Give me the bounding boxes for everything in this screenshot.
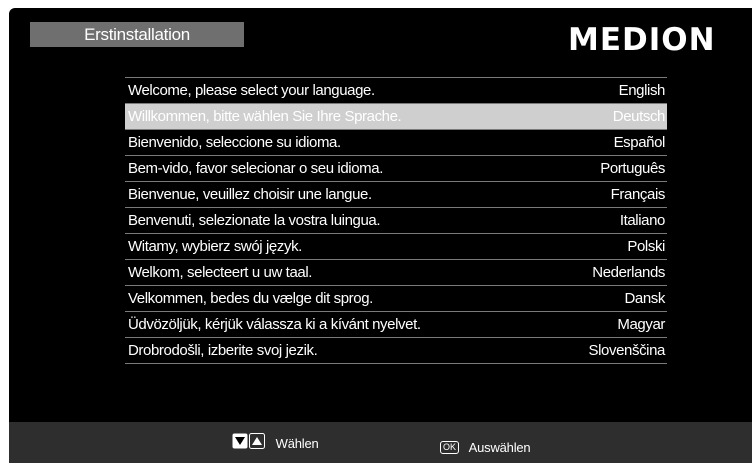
language-option-row[interactable]: Benvenuti, selezionate la vostra luingua… (125, 207, 667, 233)
language-option-name: Polski (627, 238, 665, 255)
up-arrow-key-icon (249, 433, 265, 454)
language-option-name: Français (610, 186, 666, 203)
down-arrow-key-icon (232, 433, 248, 454)
navigate-hint: Wählen (232, 433, 319, 451)
language-option-message: Bienvenue, veuillez choisir une langue. (128, 186, 372, 203)
language-option-message: Benvenuti, selezionate la vostra luingua… (128, 212, 381, 229)
footer-hint-bar: Wählen OK Auswählen (9, 422, 752, 463)
language-option-row[interactable]: Willkommen, bitte wählen Sie Ihre Sprach… (125, 103, 667, 129)
tv-screen: Erstinstallation MEDION Welcome, please … (9, 8, 752, 463)
language-option-row[interactable]: Bienvenido, seleccione su idioma. Español (125, 129, 667, 155)
language-option-row[interactable]: Üdvözöljük, kérjük válassza ki a kívánt … (125, 311, 667, 337)
select-hint: OK Auswählen (440, 438, 531, 456)
language-option-name: Dansk (624, 290, 665, 307)
language-option-message: Üdvözöljük, kérjük válassza ki a kívánt … (128, 316, 421, 333)
page-title: Erstinstallation (30, 22, 244, 47)
language-option-name: Português (600, 160, 665, 177)
language-option-name: Español (613, 134, 666, 151)
language-option-name: English (618, 82, 666, 99)
language-option-name: Magyar (617, 316, 665, 333)
ok-key-icon: OK (440, 441, 460, 455)
language-option-name: Nederlands (592, 264, 665, 281)
language-option-row[interactable]: Drobrodošli, izberite svoj jezik. Slovenš… (125, 337, 667, 364)
language-option-row[interactable]: Velkommen, bedes du vælge dit sprog. Dans… (125, 285, 667, 311)
language-option-row[interactable]: Welkom, selecteert u uw taal. Nederlands (125, 259, 667, 285)
navigate-hint-label: Wählen (275, 435, 319, 451)
language-option-message: Bienvenido, seleccione su idioma. (128, 134, 341, 151)
language-option-message: Velkommen, bedes du vælge dit sprog. (128, 290, 373, 307)
language-option-message: Welkom, selecteert u uw taal. (128, 264, 313, 281)
language-option-message: Bem-vido, favor selecionar o seu idioma. (128, 160, 383, 177)
language-option-name: Slovenščina (588, 342, 666, 359)
language-option-row[interactable]: Witamy, wybierz swój język. Polski (125, 233, 667, 259)
medion-logo: MEDION (568, 22, 716, 58)
language-option-name: Italiano (619, 212, 666, 229)
language-option-message: Welcome, please select your language. (128, 82, 375, 99)
language-option-message: Willkommen, bitte wählen Sie Ihre Sprach… (128, 108, 402, 125)
language-option-row[interactable]: Bienvenue, veuillez choisir une langue. F… (125, 181, 667, 207)
language-option-row[interactable]: Bem-vido, favor selecionar o seu idioma.… (125, 155, 667, 181)
language-option-message: Drobrodošli, izberite svoj jezik. (128, 342, 318, 359)
language-option-message: Witamy, wybierz swój język. (128, 238, 302, 255)
language-option-row[interactable]: Welcome, please select your language. Eng… (125, 77, 667, 103)
select-hint-label: Auswählen (468, 439, 531, 455)
language-option-name: Deutsch (612, 108, 666, 125)
language-list: Welcome, please select your language. Eng… (125, 77, 667, 364)
